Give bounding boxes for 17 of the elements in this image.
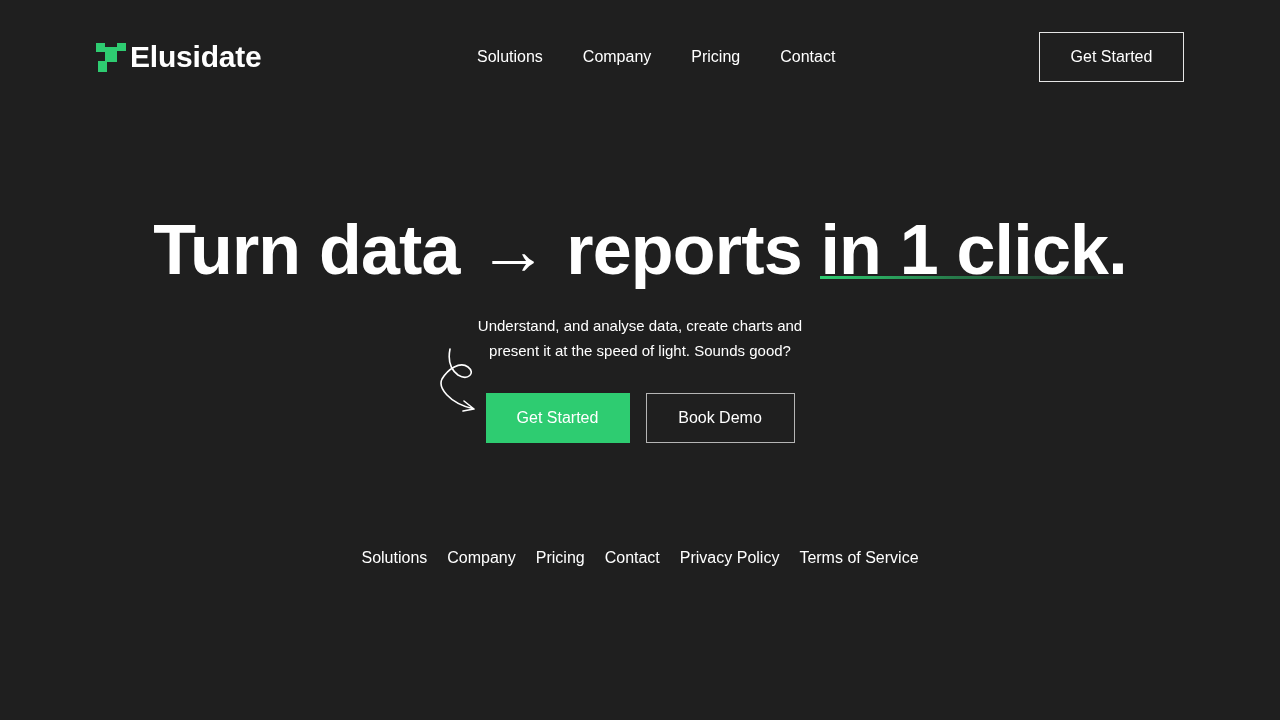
footer-link[interactable]: Terms of Service	[799, 548, 919, 568]
footer-link[interactable]: Privacy Policy	[679, 548, 780, 568]
curly-arrow-icon	[437, 347, 478, 413]
book-demo-button[interactable]: Book Demo	[645, 393, 795, 443]
logo-icon	[96, 42, 126, 72]
footer-link[interactable]: Contact	[604, 548, 660, 568]
logo-wordmark[interactable]: Elusidate	[130, 40, 262, 74]
nav-link[interactable]: Pricing	[691, 48, 741, 66]
subtitle: Understand, and analyse data, create charts and present it at the speed of light. Sounds good?	[476, 316, 804, 361]
nav-link[interactable]: Contact	[780, 48, 836, 66]
nav-link[interactable]: Solutions	[477, 48, 543, 66]
get-started-button[interactable]: Get Started	[1039, 32, 1184, 82]
footer-link[interactable]: Company	[447, 548, 516, 568]
headline: Turn data → reports in 1 click.	[153, 210, 1127, 291]
footer-link[interactable]: Pricing	[535, 548, 585, 568]
nav-link[interactable]: Company	[582, 48, 652, 66]
footer-link[interactable]: Solutions	[361, 548, 428, 568]
